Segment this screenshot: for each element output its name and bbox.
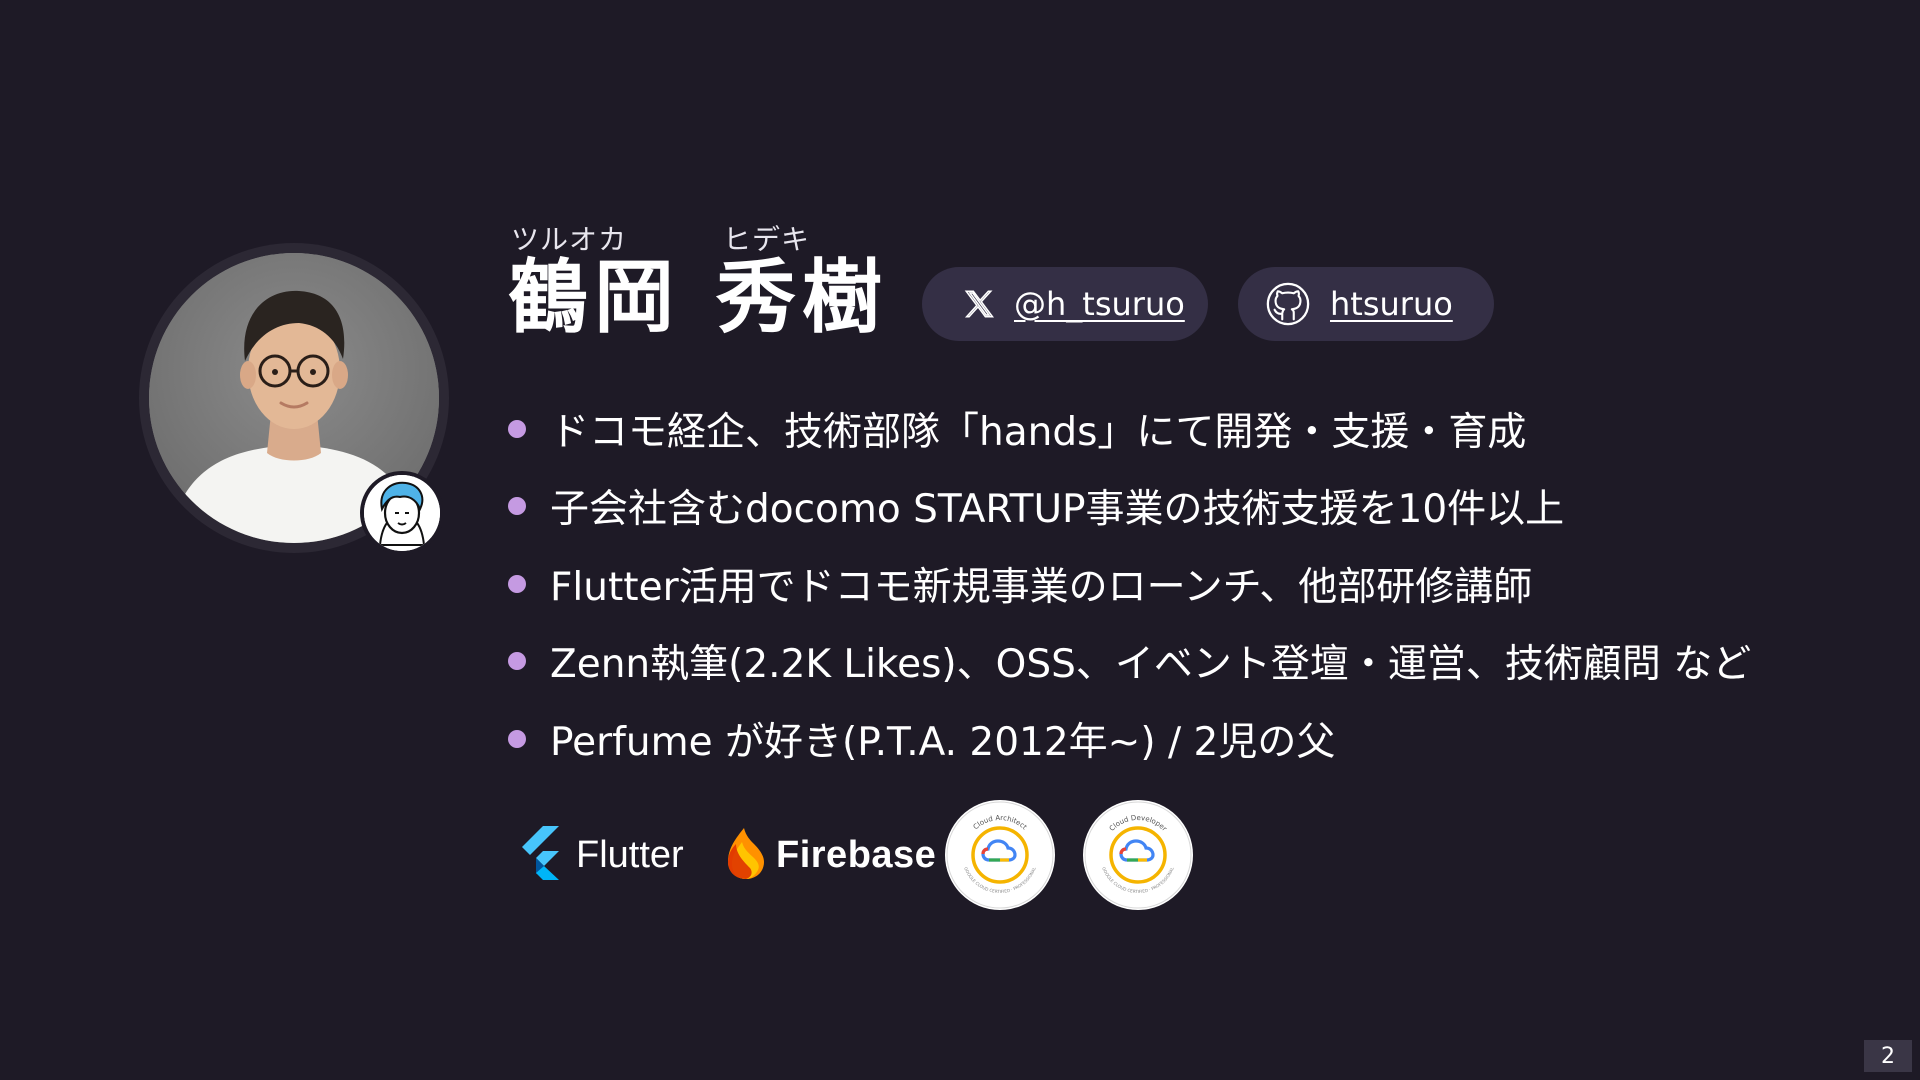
- x-handle[interactable]: @h_tsuruo: [1014, 285, 1185, 323]
- page-number: 2: [1864, 1040, 1912, 1072]
- bullet-dot-icon: [508, 419, 526, 438]
- cloud-developer-badge-icon: Cloud Developer GOOGLE CLOUD CERTIFIED ·…: [1083, 800, 1193, 910]
- github-handle[interactable]: htsuruo: [1330, 285, 1453, 323]
- bullet-dot-icon: [508, 652, 526, 671]
- x-logo-icon: [958, 283, 1000, 325]
- flutter-label: Flutter: [576, 833, 684, 876]
- bullet-text: ドコモ経企、技術部隊「hands」にて開発・支援・育成: [550, 409, 1527, 455]
- bullet-text: Flutter活用でドコモ新規事業のローンチ、他部研修講師: [550, 564, 1533, 610]
- firebase-flame-icon: [724, 826, 766, 884]
- list-item: ドコモ経企、技術部隊「hands」にて開発・支援・育成: [508, 390, 1751, 468]
- github-logo-icon: [1264, 280, 1312, 328]
- name-given: 秀樹: [716, 251, 888, 344]
- name-family: 鶴岡: [508, 251, 680, 344]
- list-item: Perfume が好き(P.T.A. 2012年~) / 2児の父: [508, 700, 1751, 778]
- list-item: 子会社含むdocomo STARTUP事業の技術支援を10件以上: [508, 468, 1751, 546]
- bullet-dot-icon: [508, 574, 526, 593]
- cloud-architect-badge-icon: Cloud Architect GOOGLE CLOUD CERTIFIED ·…: [945, 800, 1055, 910]
- bullet-text: Perfume が好き(P.T.A. 2012年~) / 2児の父: [550, 719, 1336, 765]
- slide: ツルオカ ヒデキ 鶴岡 秀樹 @h_tsuruo htsuruo ドコモ経企、技…: [0, 0, 1920, 1080]
- bullet-text: Zenn執筆(2.2K Likes)、OSS、イベント登壇・運営、技術顧問 など: [550, 642, 1752, 688]
- list-item: Zenn執筆(2.2K Likes)、OSS、イベント登壇・運営、技術顧問 など: [508, 623, 1751, 701]
- list-item: Flutter活用でドコモ新規事業のローンチ、他部研修講師: [508, 545, 1751, 623]
- bullet-dot-icon: [508, 497, 526, 516]
- flutter-logo: Flutter: [516, 826, 684, 884]
- github-profile-link[interactable]: htsuruo: [1238, 267, 1494, 341]
- firebase-logo: Firebase: [724, 826, 936, 884]
- firebase-label: Firebase: [776, 833, 937, 876]
- cartoon-avatar-icon: [364, 475, 440, 551]
- bullet-text: 子会社含むdocomo STARTUP事業の技術支援を10件以上: [550, 487, 1565, 533]
- x-profile-link[interactable]: @h_tsuruo: [922, 267, 1208, 341]
- profile-bullet-list: ドコモ経企、技術部隊「hands」にて開発・支援・育成 子会社含むdocomo …: [508, 390, 1751, 778]
- flutter-icon: [516, 826, 562, 884]
- bullet-dot-icon: [508, 729, 526, 748]
